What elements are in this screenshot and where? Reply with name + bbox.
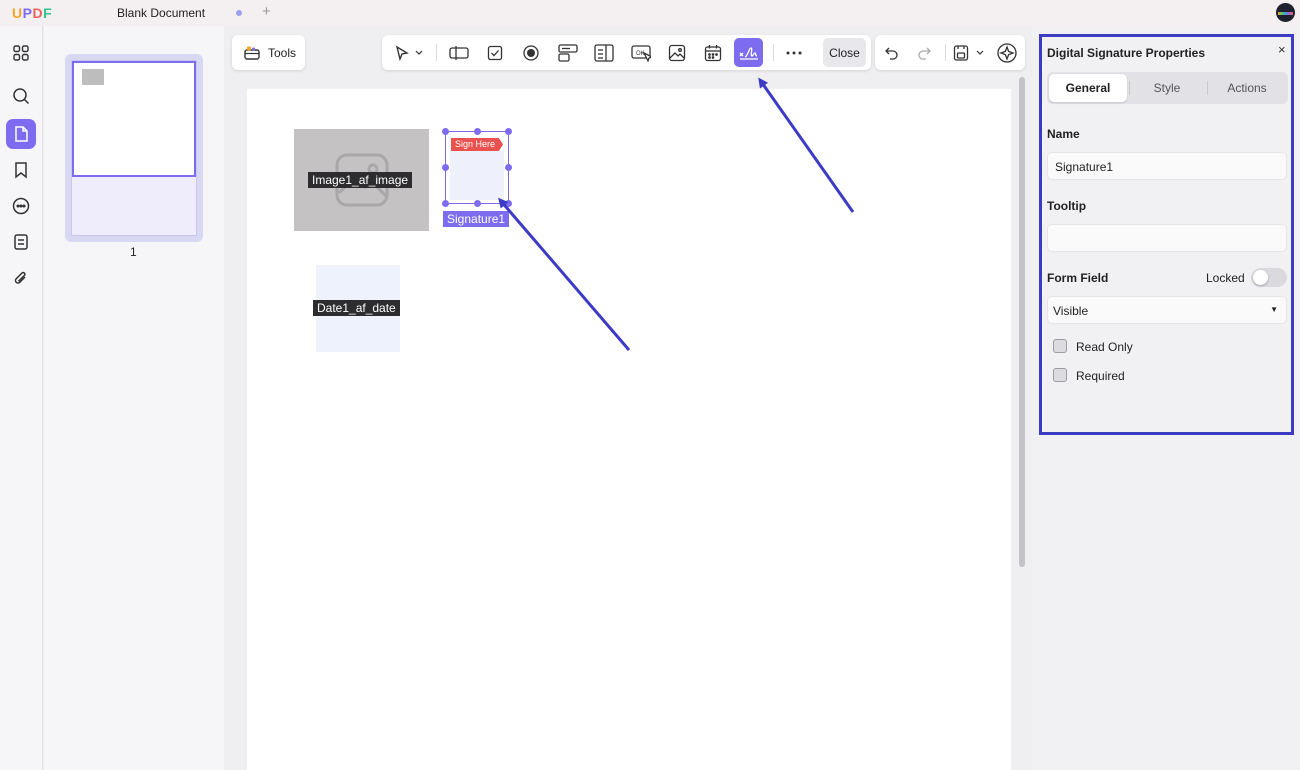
required-checkbox[interactable] [1053, 368, 1067, 382]
updf-logo: UPDF [12, 5, 53, 21]
attachment-icon[interactable] [6, 263, 36, 293]
combo-box-icon[interactable] [553, 38, 582, 67]
tab-actions[interactable]: Actions [1208, 74, 1286, 102]
left-icon-rail [0, 26, 43, 770]
signature-field-label: Signature1 [443, 211, 510, 227]
signature-form-field[interactable]: Sign Here [442, 128, 512, 207]
checkbox-icon[interactable] [480, 38, 509, 67]
resize-handle[interactable] [505, 128, 512, 135]
chevron-down-icon[interactable] [409, 38, 429, 67]
close-icon[interactable]: × [1278, 42, 1286, 57]
sign-here-tag: Sign Here [451, 138, 504, 151]
thumbnail-page [71, 60, 197, 236]
date-field-icon[interactable] [698, 38, 727, 67]
dropdown-caret-icon: ▼ [1270, 305, 1278, 314]
tools-button[interactable]: Tools [232, 35, 305, 70]
image-form-field[interactable]: Image1_af_image [294, 129, 429, 231]
redo-icon[interactable] [909, 38, 938, 67]
toolbox-icon [244, 46, 260, 60]
title-bar: UPDF Blank Document + [0, 0, 1300, 26]
resize-handle[interactable] [474, 128, 481, 135]
scrollbar-thumb[interactable] [1019, 77, 1025, 567]
edit-toolbar [875, 35, 1025, 70]
undo-icon[interactable] [877, 38, 906, 67]
locked-toggle[interactable] [1251, 268, 1287, 287]
text-field-icon[interactable] [444, 38, 473, 67]
thumbnail-preview [72, 61, 196, 177]
tooltip-field[interactable] [1047, 224, 1287, 252]
read-only-checkbox[interactable] [1053, 339, 1067, 353]
new-tab-plus-icon[interactable]: + [262, 3, 271, 20]
form-icon[interactable] [6, 227, 36, 257]
resize-handle[interactable] [474, 200, 481, 207]
tooltip-label: Tooltip [1047, 199, 1087, 213]
name-label: Name [1047, 127, 1080, 141]
list-box-icon[interactable] [589, 38, 618, 67]
radio-button-icon[interactable] [516, 38, 545, 67]
chevron-down-icon[interactable] [971, 38, 989, 67]
resize-handle[interactable] [505, 164, 512, 171]
properties-tabs: General Style Actions [1047, 72, 1288, 104]
thumbnail-panel: 1 [44, 26, 224, 770]
avatar[interactable] [1276, 3, 1295, 22]
date-field-label: Date1_af_date [313, 300, 400, 316]
page-edit-icon[interactable] [6, 119, 36, 149]
ai-assistant-icon[interactable] [992, 38, 1021, 67]
form-field-label: Form Field [1047, 271, 1109, 285]
page-thumbnail[interactable] [65, 54, 203, 242]
image-field-icon[interactable] [662, 38, 691, 67]
tab-style[interactable]: Style [1128, 74, 1206, 102]
button-icon[interactable]: OK [626, 38, 655, 67]
search-icon[interactable] [6, 81, 36, 111]
tools-label: Tools [268, 45, 297, 60]
document-tab-title[interactable]: Blank Document [117, 6, 205, 20]
visibility-value: Visible [1053, 304, 1089, 318]
bookmark-icon[interactable] [6, 155, 36, 185]
thumbnail-image-placeholder [82, 69, 104, 85]
svg-text:OK: OK [636, 51, 645, 57]
unsaved-dot-icon [236, 10, 242, 16]
vertical-scrollbar[interactable] [1017, 75, 1027, 770]
resize-handle[interactable] [442, 200, 449, 207]
comment-icon[interactable] [6, 191, 36, 221]
toolbar-divider [436, 44, 437, 61]
resize-handle[interactable] [505, 200, 512, 207]
tab-general[interactable]: General [1049, 74, 1127, 102]
date-form-field[interactable]: Date1_af_date [313, 265, 400, 352]
required-label: Required [1076, 369, 1125, 383]
locked-label: Locked [1206, 271, 1245, 285]
close-button[interactable]: Close [823, 38, 866, 67]
toolbar-divider [773, 44, 774, 61]
more-icon[interactable] [779, 38, 808, 67]
image-field-label: Image1_af_image [308, 172, 413, 188]
read-only-label: Read Only [1076, 340, 1133, 354]
signature-field-icon[interactable] [734, 38, 763, 67]
resize-handle[interactable] [442, 128, 449, 135]
form-toolbar: OK Close [382, 35, 871, 70]
name-field[interactable]: Signature1 [1047, 152, 1287, 180]
page-number-label: 1 [130, 245, 137, 259]
signature-area [450, 150, 504, 200]
visibility-select[interactable]: Visible ▼ [1047, 296, 1287, 324]
resize-handle[interactable] [442, 164, 449, 171]
panel-title: Digital Signature Properties [1047, 46, 1206, 60]
grid-icon[interactable] [6, 38, 36, 68]
